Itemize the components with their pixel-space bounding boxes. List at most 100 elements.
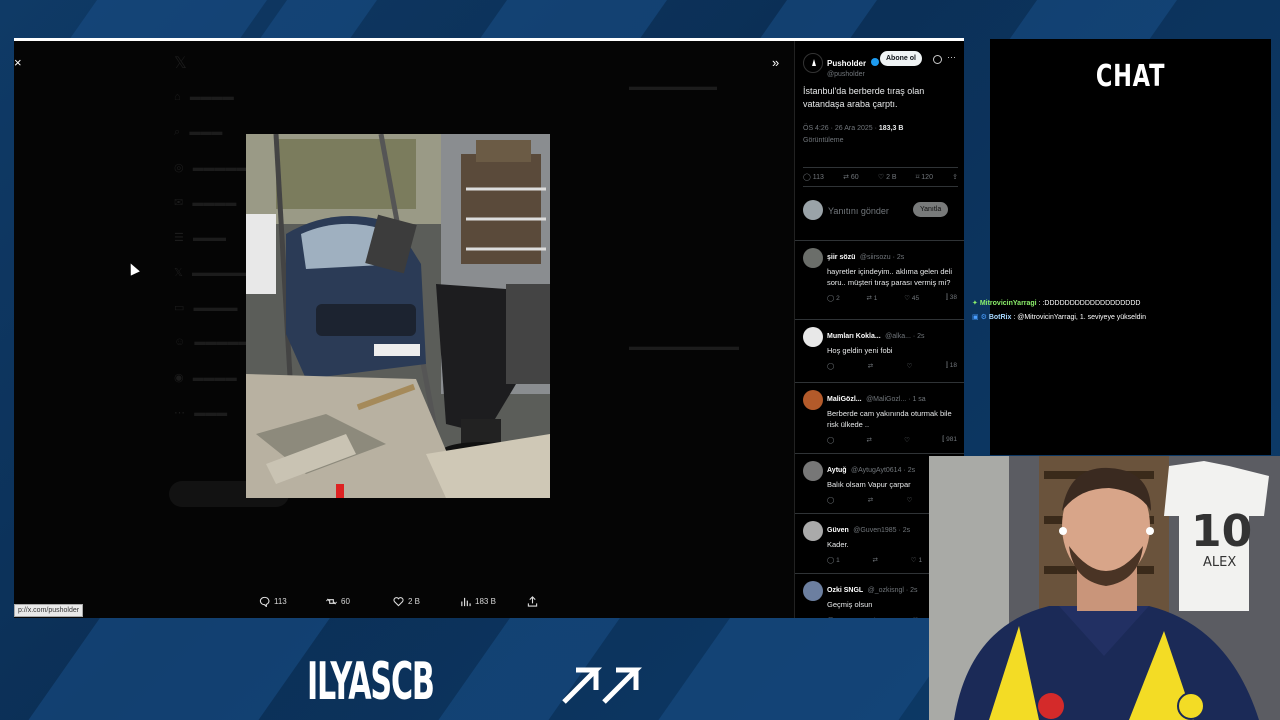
tweet-time[interactable]: ÖS 4:26 · 26 Ara 2025 · (803, 125, 877, 132)
reply-text: Hoş geldin yeni fobi (827, 346, 893, 355)
retweet-icon[interactable]: ⇄ (867, 436, 872, 444)
tweet-text: İstanbul'da berberde tıraş olan vatandaş… (803, 86, 925, 109)
car-crash-photo (246, 134, 550, 498)
reply-stat[interactable]: ◯ 113 (803, 173, 824, 181)
reply-author-name[interactable]: Ozki SNGL (827, 587, 863, 594)
more-options-icon[interactable]: ⋯ (947, 52, 956, 63)
chat-username[interactable]: BotRix (989, 314, 1012, 321)
chat-badge-icon: ✦ (972, 300, 978, 307)
reply-author-handle: @alka... · 2s (885, 333, 925, 340)
reply-button[interactable]: Yanıtla (913, 202, 949, 217)
chat-text: : @MitrovicinYarragi, 1. seviyeye yüksel… (1013, 314, 1146, 321)
chat-username[interactable]: MitrovicinYarragi (980, 300, 1037, 307)
reply-author-name[interactable]: Aytuğ (827, 467, 847, 474)
grok-icon[interactable] (933, 55, 942, 64)
reply-avatar[interactable] (803, 390, 823, 410)
retweet-icon[interactable]: ⇄ (868, 362, 873, 370)
bookmark-stat[interactable]: ⌑ 120 (916, 173, 933, 181)
reply-action[interactable]: 113 (259, 596, 326, 607)
like-stat-count: 2 B (886, 174, 897, 181)
retweet-stat[interactable]: ⇄ 60 (843, 173, 859, 181)
reply-stats: ◯ 2 ⇄ 1 ♡ 45 ⫿ 38 (827, 294, 957, 302)
reply-author-handle: @MaliGozl... · 1 sa (866, 396, 926, 403)
divider (795, 453, 964, 454)
reply-text: Berberde cam yakınında oturmak bile risk… (827, 409, 952, 429)
reply-composer: Yanıtını gönder Yanıtla (803, 198, 958, 224)
reply-author-name[interactable]: şiir sözü (827, 254, 855, 261)
reply-avatar[interactable] (803, 581, 823, 601)
reply-avatar[interactable] (803, 461, 823, 481)
user-avatar (803, 200, 823, 220)
expand-panel-icon[interactable]: » (772, 55, 779, 70)
retweet-icon[interactable]: ⇄ 1 (867, 294, 878, 302)
share-action[interactable] (527, 596, 594, 607)
retweet-icon[interactable]: ⇄ (873, 556, 878, 564)
reply-icon[interactable]: ◯ (827, 496, 834, 504)
jersey-name: ALEX (1203, 555, 1236, 570)
share-icon[interactable]: ⇪ (952, 173, 958, 181)
like-stat[interactable]: ♡ 2 B (878, 173, 897, 181)
reply-author-name[interactable]: Güven (827, 527, 849, 534)
retweet-icon (326, 598, 337, 605)
retweet-stat-count: 60 (850, 174, 859, 181)
like-action[interactable]: 2 B (393, 596, 460, 607)
divider (795, 382, 964, 383)
reply-icon (259, 596, 270, 607)
retweet-icon[interactable]: ⇄ (868, 496, 873, 504)
platform-logo-icon (562, 667, 642, 704)
reply-author-name[interactable]: Mumları Kokla... (827, 333, 881, 340)
reply-stat-count: 1 (836, 557, 840, 564)
reply-avatar[interactable] (803, 327, 823, 347)
tweet-photo[interactable] (246, 134, 550, 498)
heart-icon[interactable]: ♡ (907, 362, 913, 370)
reply-stat-count: 18 (949, 362, 957, 369)
mod-badge-icon: ⚙ (980, 314, 987, 321)
follow-button[interactable]: Abone ol (880, 51, 922, 66)
reply-header: şiir sözü @siirsozu · 2s (827, 246, 959, 264)
views-action[interactable]: 183 B (460, 596, 527, 607)
reply-icon[interactable]: ◯ 2 (827, 294, 840, 302)
retweet-icon[interactable]: ⇄ (871, 616, 876, 618)
heart-icon[interactable]: ♡ (907, 496, 913, 504)
verified-badge-icon (870, 57, 879, 66)
reply-stat-count: 38 (949, 294, 957, 301)
streamer-logo: ILYASCB (307, 652, 435, 712)
streamer-webcam-image: 10 ALEX (929, 456, 1280, 720)
reply-avatar[interactable] (803, 248, 823, 268)
reply-stat-count: 1 (918, 557, 923, 564)
retweet-action[interactable]: 60 (326, 596, 393, 607)
chat-title: CHAT (1095, 59, 1166, 94)
reply-author-name[interactable]: MaliGözl... (827, 396, 862, 403)
reply-icon[interactable]: ◯ (827, 616, 834, 618)
reply-avatar[interactable] (803, 521, 823, 541)
views-icon[interactable]: ⫿ 38 (946, 294, 957, 302)
reply-input[interactable]: Yanıtını gönder (828, 206, 889, 216)
like-count: 2 B (408, 597, 421, 606)
views-count: 183 B (475, 597, 496, 606)
author-name: Pusholder (827, 59, 867, 68)
author-avatar[interactable] (803, 53, 823, 73)
reply-stat-count: 2 (836, 295, 840, 302)
media-viewer: 𝕏 ⌂ ▬▬▬▬ ⌕ ▬▬▬ ◎ ▬▬▬▬▬ ✉ ▬▬▬▬ ☰ ▬▬▬ 𝕏 ▬▬… (14, 41, 794, 618)
reply-icon[interactable]: ◯ 1 (827, 556, 840, 564)
heart-icon[interactable]: ♡ (913, 616, 919, 618)
bar-chart-icon (461, 597, 471, 607)
tweet-views-label: Görüntüleme (803, 137, 844, 144)
views-icon[interactable]: ⫿ 18 (946, 362, 957, 370)
heart-icon[interactable]: ♡ 1 (911, 556, 922, 564)
retweet-count: 60 (341, 597, 350, 606)
tweet-meta: ÖS 4:26 · 26 Ara 2025 · 183,3 B Görüntül… (803, 123, 953, 147)
browser-window: 𝕏 ⌂ ▬▬▬▬ ⌕ ▬▬▬ ◎ ▬▬▬▬▬ ✉ ▬▬▬▬ ☰ ▬▬▬ 𝕏 ▬▬… (14, 38, 964, 618)
heart-icon[interactable]: ♡ (904, 436, 910, 444)
reply-stat-count: 113 (812, 174, 824, 181)
heart-icon[interactable]: ♡ 45 (904, 294, 919, 302)
reply-icon[interactable]: ◯ (827, 436, 834, 444)
reply-body: MaliGözl... @MaliGozl... · 1 sa Berberde … (827, 388, 959, 444)
chat-message: ▣ ⚙ BotRix : @MitrovicinYarragi, 1. sevi… (972, 313, 1272, 321)
heart-icon (393, 597, 404, 607)
reply-icon[interactable]: ◯ (827, 362, 834, 370)
chat-text: : :DDDDDDDDDDDDDDDDDDD (1038, 300, 1141, 307)
tweet-stats: ◯ 113 ⇄ 60 ♡ 2 B ⌑ 120 ⇪ (803, 167, 958, 187)
views-icon[interactable]: ⫿ 981 (942, 436, 957, 444)
close-icon[interactable]: × (14, 55, 24, 70)
